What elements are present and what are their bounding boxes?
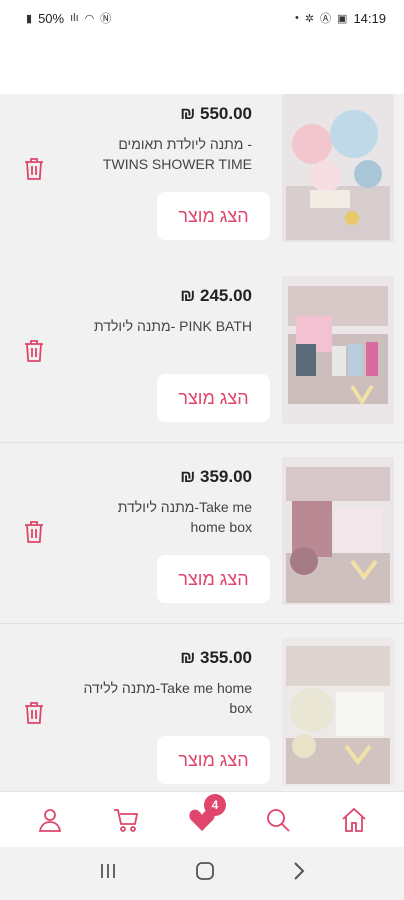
settings-icon: ✲ bbox=[304, 12, 315, 25]
dot-icon: • bbox=[294, 12, 299, 24]
product-price: ₪ 245.00 bbox=[180, 286, 252, 305]
product-title: מתנה ללידה-Take me home box bbox=[83, 680, 252, 716]
home-circle-icon bbox=[196, 862, 214, 880]
search-icon bbox=[267, 808, 290, 832]
view-product-button[interactable]: הצג מוצר bbox=[157, 555, 270, 603]
user-icon bbox=[38, 808, 62, 832]
back-button[interactable] bbox=[292, 861, 306, 886]
recent-apps-icon bbox=[101, 864, 116, 878]
recent-apps-button[interactable] bbox=[98, 862, 118, 885]
view-product-button[interactable]: הצג מוצר bbox=[157, 736, 270, 784]
nav-cart[interactable] bbox=[106, 800, 146, 840]
app-header bbox=[0, 36, 404, 94]
product-image[interactable] bbox=[282, 638, 394, 786]
gallery-icon: ▣ bbox=[337, 12, 348, 25]
product-price: ₪ 355.00 bbox=[180, 648, 252, 667]
wishlist-item: ₪ 355.00 מתנה ללידה-Take me home box הצג… bbox=[0, 624, 404, 791]
signal-icon: ılı bbox=[70, 12, 79, 24]
nav-wishlist[interactable]: 4 bbox=[182, 793, 226, 840]
battery-level: 50% bbox=[38, 10, 65, 26]
product-image[interactable] bbox=[282, 94, 394, 242]
cart-icon bbox=[114, 808, 139, 832]
product-title: מתנה ליולדת- PINK BATH bbox=[93, 318, 252, 334]
view-product-button[interactable]: הצג מוצר bbox=[157, 192, 270, 240]
trash-icon[interactable] bbox=[22, 156, 46, 182]
nav-account[interactable] bbox=[30, 800, 70, 840]
app-icon: Ⓐ bbox=[320, 13, 332, 25]
wifi-icon: ◠ bbox=[84, 12, 95, 25]
trash-icon[interactable] bbox=[22, 338, 46, 364]
nav-home[interactable] bbox=[334, 800, 374, 840]
home-system-button[interactable] bbox=[195, 861, 215, 886]
home-icon bbox=[342, 807, 366, 832]
product-image[interactable] bbox=[282, 457, 394, 605]
system-navigation-bar bbox=[0, 847, 404, 900]
nav-search[interactable] bbox=[258, 800, 298, 840]
clock: 14:19 bbox=[353, 10, 386, 26]
trash-icon[interactable] bbox=[22, 519, 46, 545]
wishlist-item: ₪ 550.00 מתנה ליולדת תאומים - TWINS SHOW… bbox=[0, 94, 404, 275]
nfc-icon: Ⓝ bbox=[100, 13, 112, 25]
product-title: מתנה ליולדת-Take me home box bbox=[117, 499, 252, 535]
product-price: ₪ 550.00 bbox=[180, 104, 252, 123]
wishlist-item: ₪ 245.00 מתנה ליולדת- PINK BATH הצג מוצר bbox=[0, 262, 404, 443]
product-price: ₪ 359.00 bbox=[180, 467, 252, 486]
view-product-button[interactable]: הצג מוצר bbox=[157, 374, 270, 422]
wishlist-count-badge: 4 bbox=[204, 793, 226, 816]
product-image[interactable] bbox=[282, 276, 394, 424]
wishlist-item: ₪ 359.00 מתנה ליולדת-Take me home box הצ… bbox=[0, 443, 404, 624]
bottom-nav: 4 bbox=[0, 791, 404, 847]
battery-icon: ▮ bbox=[26, 12, 33, 25]
trash-icon[interactable] bbox=[22, 700, 46, 726]
chevron-right-icon bbox=[293, 862, 305, 880]
wishlist: ₪ 550.00 מתנה ליולדת תאומים - TWINS SHOW… bbox=[0, 94, 404, 791]
status-bar: ▮ 50% ılı ◠ Ⓝ • ✲ Ⓐ ▣ 14:19 bbox=[0, 0, 404, 36]
product-title: מתנה ליולדת תאומים - TWINS SHOWER TIME bbox=[102, 136, 252, 172]
